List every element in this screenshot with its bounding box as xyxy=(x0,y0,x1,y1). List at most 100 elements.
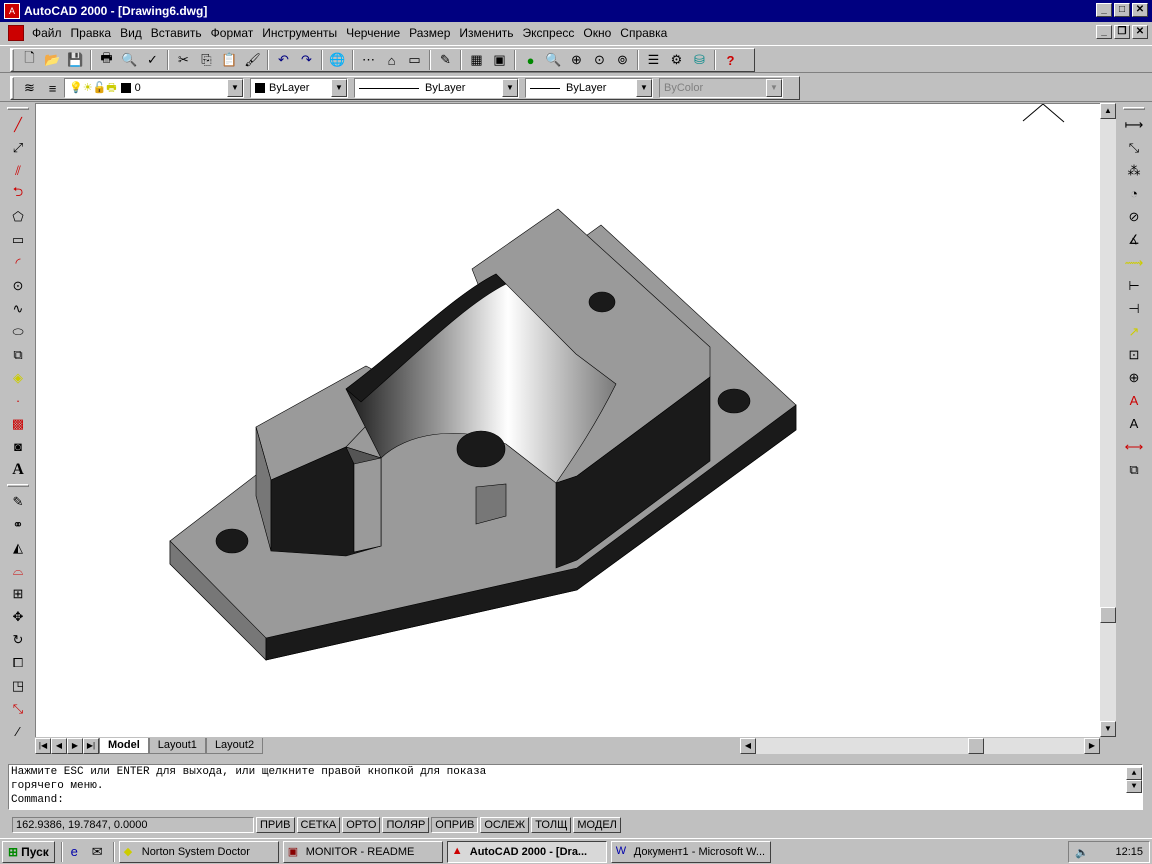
otrack-toggle[interactable]: ОСЛЕЖ xyxy=(480,817,530,833)
scroll-thumb[interactable] xyxy=(1100,607,1116,623)
named-views-icon[interactable]: ▦ xyxy=(465,49,488,71)
menu-modify[interactable]: Изменить xyxy=(455,26,518,40)
scroll-down-icon[interactable]: ▼ xyxy=(1126,780,1142,793)
first-tab-icon[interactable]: |◀ xyxy=(35,738,51,754)
match-properties-icon[interactable]: 🖌 xyxy=(241,49,264,71)
lengthen-icon[interactable]: ⤡ xyxy=(4,697,32,720)
rectangle-icon[interactable]: ▭ xyxy=(4,228,32,251)
angular-dimension-icon[interactable]: ∡ xyxy=(1120,228,1148,251)
command-window[interactable]: Нажмите ESC или ENTER для выхода, или ще… xyxy=(8,764,1143,810)
menu-dimension[interactable]: Размер xyxy=(405,26,455,40)
polyline-icon[interactable]: ⮌ xyxy=(4,182,32,205)
ucs-icon[interactable]: ⌂ xyxy=(380,49,403,71)
mirror-icon[interactable]: ◭ xyxy=(4,536,32,559)
make-layer-current-icon[interactable]: ≡ xyxy=(41,77,64,99)
snap-toggle[interactable]: ПРИВ xyxy=(256,817,295,833)
grid-toggle[interactable]: СЕТКА xyxy=(296,817,341,833)
scroll-up-icon[interactable]: ▲ xyxy=(1126,767,1142,780)
horizontal-scrollbar[interactable]: ◀ ▶ xyxy=(740,738,1100,754)
point-icon[interactable]: · xyxy=(4,389,32,412)
volume-icon[interactable]: 🔈 xyxy=(1075,846,1089,859)
dimension-update-icon[interactable]: ⟷ xyxy=(1120,435,1148,458)
inquiry-icon[interactable]: ▭ xyxy=(403,49,426,71)
task-autocad[interactable]: ▲ AutoCAD 2000 - [Dra... xyxy=(446,840,607,863)
rotate-icon[interactable]: ↻ xyxy=(4,628,32,651)
quick-leader-icon[interactable]: ↗ xyxy=(1120,320,1148,343)
lineweight-toggle[interactable]: ТОЛЩ xyxy=(531,817,572,833)
ie-icon[interactable]: e xyxy=(63,841,86,863)
task-word[interactable]: W Документ1 - Microsoft W... xyxy=(610,840,771,863)
tab-model[interactable]: Model xyxy=(99,738,149,754)
chevron-down-icon[interactable]: ▼ xyxy=(636,79,652,97)
menu-express[interactable]: Экспресс xyxy=(519,26,580,40)
chevron-down-icon[interactable]: ▼ xyxy=(502,79,518,97)
circle-icon[interactable]: ⊙ xyxy=(4,274,32,297)
lineweight-combo[interactable]: ByLayer ▼ xyxy=(525,78,653,98)
spline-icon[interactable]: ∿ xyxy=(4,297,32,320)
menu-file[interactable]: Файл xyxy=(28,26,67,40)
menu-edit[interactable]: Правка xyxy=(67,26,117,40)
dimension-text-edit-icon[interactable]: A xyxy=(1120,412,1148,435)
aligned-dimension-icon[interactable]: ⤡ xyxy=(1120,136,1148,159)
save-icon[interactable]: 💾 xyxy=(64,49,87,71)
line-icon[interactable]: ╱ xyxy=(4,113,32,136)
polar-toggle[interactable]: ПОЛЯР xyxy=(382,817,430,833)
menu-window[interactable]: Окно xyxy=(579,26,616,40)
vertical-scrollbar[interactable]: ▲ ▼ xyxy=(1100,103,1116,737)
make-block-icon[interactable]: ◈ xyxy=(4,366,32,389)
pan-icon[interactable]: ● xyxy=(519,49,542,71)
menu-format[interactable]: Формат xyxy=(207,26,259,40)
drawing-canvas[interactable] xyxy=(35,103,1100,737)
multiline-icon[interactable]: ⫽ xyxy=(4,159,32,182)
spelling-icon[interactable]: ✓ xyxy=(141,49,164,71)
linear-dimension-icon[interactable]: ⟼ xyxy=(1120,113,1148,136)
layer-combo[interactable]: 💡☀🔓🖶 0 ▼ xyxy=(64,78,244,98)
start-button[interactable]: ⊞ Пуск xyxy=(2,840,55,863)
menu-draw[interactable]: Черчение xyxy=(342,26,405,40)
autocad-icon[interactable]: A xyxy=(4,3,20,19)
cut-icon[interactable]: ✂ xyxy=(172,49,195,71)
text-icon[interactable]: A xyxy=(4,458,32,481)
close-button[interactable]: ✕ xyxy=(1132,3,1148,17)
properties-icon[interactable]: ☰ xyxy=(642,49,665,71)
osnap-toggle[interactable]: ОПРИВ xyxy=(431,817,479,833)
tolerance-icon[interactable]: ⊡ xyxy=(1120,343,1148,366)
doc-minimize-button[interactable]: _ xyxy=(1096,25,1112,39)
paste-icon[interactable]: 📋 xyxy=(218,49,241,71)
move-icon[interactable]: ✥ xyxy=(4,605,32,628)
layers-icon[interactable]: ≋ xyxy=(18,77,41,99)
doc-close-button[interactable]: ✕ xyxy=(1132,25,1148,39)
menu-view[interactable]: Вид xyxy=(116,26,147,40)
tab-layout1[interactable]: Layout1 xyxy=(148,738,206,754)
dimension-style-icon[interactable]: ⧉ xyxy=(1120,458,1148,481)
last-tab-icon[interactable]: ▶| xyxy=(83,738,99,754)
array-icon[interactable]: ⊞ xyxy=(4,582,32,605)
help-icon[interactable]: ? xyxy=(719,49,742,71)
zoom-window-icon[interactable]: ⊕ xyxy=(565,49,588,71)
region-icon[interactable]: ◙ xyxy=(4,435,32,458)
hscroll-thumb[interactable] xyxy=(968,738,984,754)
menu-insert[interactable]: Вставить xyxy=(147,26,207,40)
model-toggle[interactable]: МОДЕЛ xyxy=(573,817,621,833)
color-combo[interactable]: ByLayer ▼ xyxy=(250,78,348,98)
design-center-icon[interactable]: ⚙ xyxy=(665,49,688,71)
tab-layout2[interactable]: Layout2 xyxy=(205,738,264,754)
print-icon[interactable]: 🖶 xyxy=(95,49,118,71)
minimize-button[interactable]: _ xyxy=(1096,3,1112,17)
zoom-previous-icon[interactable]: ⊙ xyxy=(588,49,611,71)
stretch-icon[interactable]: ◳ xyxy=(4,674,32,697)
document-icon[interactable] xyxy=(8,25,24,41)
linetype-combo[interactable]: ByLayer ▼ xyxy=(354,78,519,98)
continue-dimension-icon[interactable]: ⊣ xyxy=(1120,297,1148,320)
menu-tools[interactable]: Инструменты xyxy=(258,26,342,40)
task-norton[interactable]: ◆ Norton System Doctor xyxy=(118,840,279,863)
task-monitor[interactable]: ▣ MONITOR - README xyxy=(282,840,443,863)
hatch-icon[interactable]: ▩ xyxy=(4,412,32,435)
polygon-icon[interactable]: ⬠ xyxy=(4,205,32,228)
next-tab-icon[interactable]: ▶ xyxy=(67,738,83,754)
center-mark-icon[interactable]: ⊕ xyxy=(1120,366,1148,389)
web-icon[interactable]: 🌐 xyxy=(326,49,349,71)
doc-restore-button[interactable]: ❐ xyxy=(1114,25,1130,39)
zoom-realtime-icon[interactable]: 🔍 xyxy=(542,49,565,71)
chevron-down-icon[interactable]: ▼ xyxy=(227,79,243,97)
